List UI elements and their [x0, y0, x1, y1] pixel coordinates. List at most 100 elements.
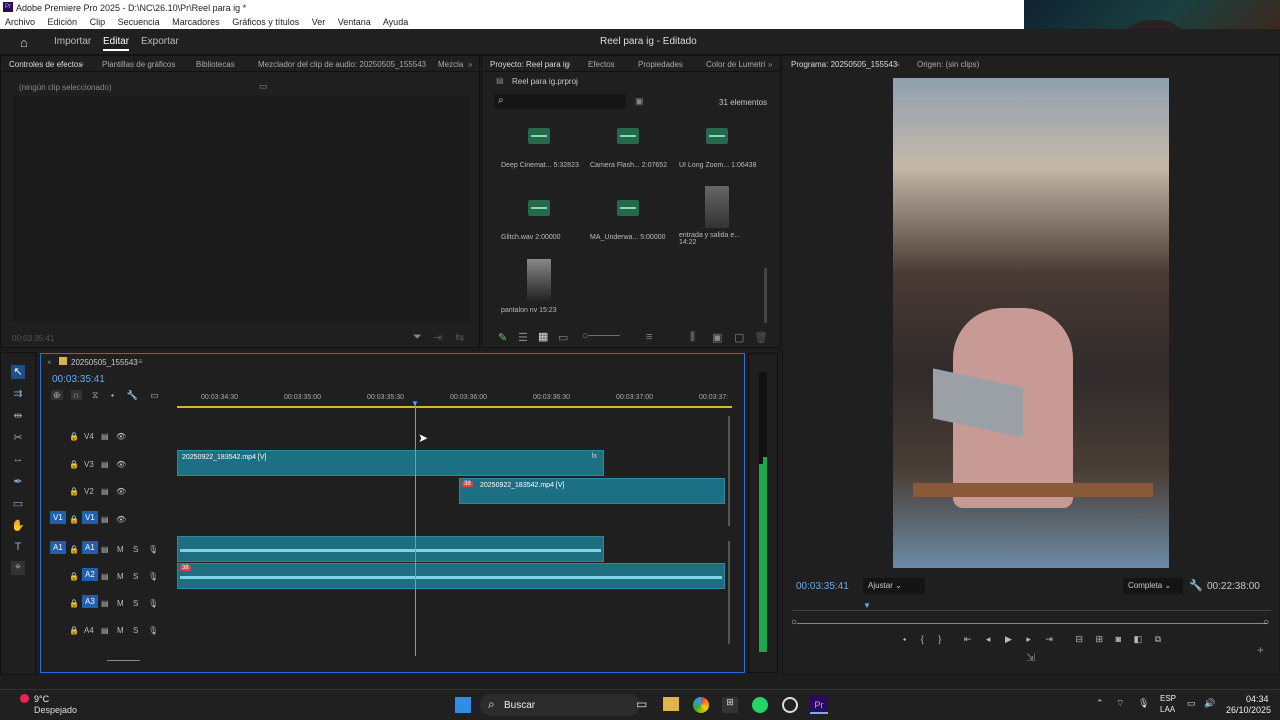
selection-tool-icon[interactable]: ↖: [11, 365, 25, 379]
lock-icon[interactable]: 🔒: [69, 626, 79, 635]
list-view-icon[interactable]: ☰: [518, 331, 528, 344]
slip-icon[interactable]: ↔: [11, 453, 25, 467]
work-area-bar[interactable]: [177, 406, 732, 408]
solo-button[interactable]: S: [133, 626, 138, 635]
sync-icon[interactable]: ▤: [101, 487, 109, 496]
windows-start-icon[interactable]: [455, 697, 471, 713]
menu-icon[interactable]: ≡: [138, 357, 143, 366]
keyboard-layout[interactable]: LAA: [1160, 705, 1175, 714]
zoom-bar[interactable]: [797, 623, 1267, 624]
camera-icon[interactable]: ◙: [1116, 634, 1121, 644]
close-icon[interactable]: ×: [47, 358, 52, 367]
project-item[interactable]: MA_Underwa... 5:00000: [588, 200, 668, 241]
display-icon[interactable]: ▭: [1187, 698, 1196, 709]
marker-icon[interactable]: ⬩: [111, 390, 114, 400]
track-label[interactable]: V2: [84, 487, 94, 496]
project-item[interactable]: entrada y salida e... 14:22: [677, 186, 757, 246]
menu-marcadores[interactable]: Marcadores: [172, 17, 220, 27]
mark-in-icon[interactable]: {: [921, 634, 924, 644]
type-icon[interactable]: T: [11, 541, 25, 555]
sync-icon[interactable]: ▤: [101, 432, 109, 441]
source-patch[interactable]: V1: [50, 511, 66, 524]
tab-graphics-templates[interactable]: Plantillas de gráficos: [102, 60, 175, 69]
go-to-out-icon[interactable]: ⇥: [1045, 634, 1053, 644]
sync-icon[interactable]: ▤: [101, 599, 109, 608]
eye-icon[interactable]: 👁: [116, 432, 126, 441]
premiere-taskbar-icon[interactable]: Pr: [810, 696, 828, 714]
menu-icon[interactable]: ≡: [79, 60, 84, 69]
lock-icon[interactable]: 🔒: [69, 572, 79, 581]
menu-graficos[interactable]: Gráficos y títulos: [232, 17, 299, 27]
chrome-icon[interactable]: [693, 697, 709, 713]
step-forward-icon[interactable]: ▸: [1026, 634, 1031, 644]
solo-button[interactable]: S: [133, 572, 138, 581]
tab-program[interactable]: Programa: 20250505_155543: [791, 60, 897, 69]
track-label[interactable]: A2: [82, 568, 98, 581]
mic-icon[interactable]: 🎙: [148, 572, 158, 581]
clock-time[interactable]: 04:34: [1246, 694, 1269, 704]
menu-icon[interactable]: ≡: [895, 60, 900, 69]
quality-dropdown[interactable]: Completa ⌄: [1123, 578, 1183, 594]
home-icon[interactable]: ⌂: [20, 35, 28, 50]
sync-icon[interactable]: ▤: [101, 460, 109, 469]
audio-clip[interactable]: 38: [177, 563, 725, 589]
store-icon[interactable]: ⊞: [722, 697, 738, 713]
wrench-icon[interactable]: 🔧: [127, 390, 138, 400]
export-frame-icon[interactable]: ⇲: [1026, 651, 1035, 664]
lock-icon[interactable]: 🔒: [69, 545, 79, 554]
menu-icon[interactable]: ≡: [566, 60, 571, 69]
freeform-view-icon[interactable]: ▭: [558, 331, 568, 344]
timeline-timecode[interactable]: 00:03:35:41: [52, 374, 105, 385]
track-label[interactable]: A1: [82, 541, 98, 554]
linked-icon[interactable]: ⧖: [92, 390, 98, 400]
program-timecode[interactable]: 00:03:35:41: [796, 581, 849, 592]
obs-icon[interactable]: [782, 697, 798, 713]
sort-icon[interactable]: ≡: [646, 331, 652, 343]
mic-icon[interactable]: 🎙: [148, 545, 158, 554]
lang-code[interactable]: ESP: [1160, 694, 1176, 703]
eye-icon[interactable]: 👁: [116, 460, 126, 469]
track-label[interactable]: V3: [84, 460, 94, 469]
add-marker-icon[interactable]: ⬩: [903, 634, 906, 644]
track-select-icon[interactable]: ⇉: [11, 387, 25, 401]
file-explorer-icon[interactable]: [663, 697, 679, 711]
tab-effects[interactable]: Efectos: [588, 60, 615, 69]
lock-icon[interactable]: 🔒: [69, 515, 79, 524]
lock-icon[interactable]: 🔒: [69, 432, 79, 441]
tray-chevron-icon[interactable]: ⌃: [1096, 698, 1104, 709]
snap-icon[interactable]: ∩: [71, 390, 82, 400]
add-button-icon[interactable]: +: [1257, 643, 1264, 657]
mute-button[interactable]: M: [117, 626, 124, 635]
lock-icon[interactable]: 🔒: [69, 460, 79, 469]
tab-libraries[interactable]: Bibliotecas: [196, 60, 235, 69]
tab-properties[interactable]: Propiedades: [638, 60, 683, 69]
whatsapp-icon[interactable]: [752, 697, 768, 713]
monitor-ruler[interactable]: ▼: [793, 601, 1271, 611]
new-bin-icon[interactable]: ▣: [712, 331, 722, 344]
zoom-handle-left[interactable]: ○: [791, 617, 797, 628]
project-item[interactable]: UI Long Zoom... 1:06438: [677, 128, 757, 169]
solo-button[interactable]: S: [133, 599, 138, 608]
new-bin-icon[interactable]: ▣: [635, 96, 644, 107]
weather-temp[interactable]: 9°C: [34, 694, 49, 704]
track-label[interactable]: V1: [82, 511, 98, 524]
track-label[interactable]: A4: [84, 626, 94, 635]
loop-icon[interactable]: ⇆: [455, 331, 464, 344]
project-item[interactable]: Deep Cinemat... 5:32823: [499, 128, 579, 169]
filter-icon[interactable]: ⏷: [413, 331, 422, 344]
eye-icon[interactable]: 👁: [116, 487, 126, 496]
project-item[interactable]: Glitch.wav 2:00000: [499, 200, 579, 241]
lock-icon[interactable]: 🔒: [69, 599, 79, 608]
zoom-handle-right[interactable]: ○: [1263, 617, 1269, 628]
project-item[interactable]: pantalon nv 15:23: [499, 259, 579, 314]
video-clip[interactable]: 20250922_183542.mp4 [V] fx: [177, 450, 604, 476]
mic-icon[interactable]: 🎙: [148, 626, 158, 635]
captions-icon[interactable]: ▭: [150, 390, 159, 400]
lift-icon[interactable]: ⊟: [1075, 634, 1083, 644]
weather-desc[interactable]: Despejado: [34, 705, 77, 715]
project-search-input[interactable]: ⌕: [494, 94, 626, 109]
step-back-icon[interactable]: ◂: [986, 634, 991, 644]
trash-icon[interactable]: 🗑: [754, 331, 768, 344]
audio-scrollbar[interactable]: [728, 541, 730, 644]
clock-date[interactable]: 26/10/2025: [1226, 705, 1271, 715]
